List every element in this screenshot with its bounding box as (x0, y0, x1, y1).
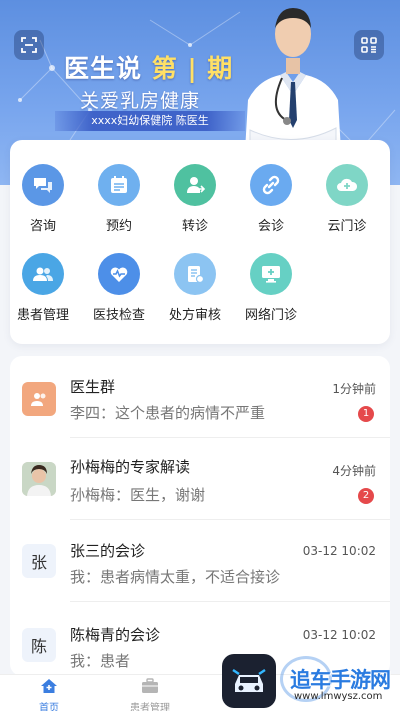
message-time: 03-12 10:02 (302, 544, 376, 558)
feature-online-clinic[interactable]: 网络门诊 (233, 253, 309, 323)
feature-label: 转诊 (181, 219, 208, 234)
prescription-icon (174, 253, 216, 295)
tab-label: 首页 (39, 703, 59, 711)
monitor-plus-icon (250, 253, 292, 295)
menu-grid-button[interactable] (354, 30, 384, 60)
banner-issue: 第 | 期 (151, 54, 234, 83)
group-icon (22, 382, 56, 416)
banner-subtitle: 关爱乳房健康 (80, 90, 201, 112)
banner-title-main: 医生说 (64, 54, 143, 83)
grid-menu-icon (361, 37, 377, 53)
briefcase-icon (142, 678, 158, 693)
scan-icon (21, 37, 37, 53)
cloud-plus-icon (326, 164, 368, 206)
heart-pulse-icon (98, 253, 140, 295)
feature-referral[interactable]: 转诊 (157, 164, 233, 234)
avatar: 陈 (22, 628, 56, 662)
message-title: 孙梅梅的专家解读 (70, 458, 191, 476)
banner-title: 医生说 第 | 期 (64, 49, 233, 85)
tab-label: 患者管理 (130, 703, 170, 711)
message-title: 陈梅青的会诊 (70, 626, 161, 644)
feature-prescription-review[interactable]: 处方审核 (157, 253, 233, 323)
feature-label: 患者管理 (16, 308, 69, 323)
link-icon (250, 164, 292, 206)
message-time: 4分钟前 (332, 464, 376, 478)
unread-badge: 1 (358, 406, 374, 422)
message-preview: 李四：这个患者的病情不严重 (70, 404, 266, 422)
car-icon (232, 668, 266, 692)
calendar-icon (98, 164, 140, 206)
tab-patient-management[interactable]: 患者管理 (110, 678, 190, 711)
message-list: 医生群 李四：这个患者的病情不严重 1分钟前 1 孙梅梅的专家解读 孙梅梅：医生… (10, 356, 390, 676)
feature-patient-management[interactable]: 患者管理 (5, 253, 81, 323)
message-item[interactable]: 张 张三的会诊 我：患者病情太重，不适合接诊 03-12 10:02 (10, 520, 390, 602)
avatar (22, 462, 56, 496)
user-transfer-icon (174, 164, 216, 206)
message-preview: 孙梅梅：医生，谢谢 (70, 486, 206, 504)
feature-label: 医技检查 (92, 308, 145, 323)
feature-consult[interactable]: 咨询 (5, 164, 81, 234)
message-title: 医生群 (70, 378, 116, 396)
message-preview: 我：患者 (70, 652, 131, 670)
feature-label: 处方审核 (168, 308, 221, 323)
message-time: 03-12 10:02 (302, 628, 376, 642)
message-item[interactable]: 孙梅梅的专家解读 孙梅梅：医生，谢谢 4分钟前 2 (10, 438, 390, 520)
feature-label: 会诊 (257, 219, 284, 234)
feature-label: 预约 (105, 219, 132, 234)
feature-appointment[interactable]: 预约 (81, 164, 157, 234)
message-preview: 我：患者病情太重，不适合接诊 (70, 568, 281, 586)
tab-home[interactable]: 首页 (9, 678, 89, 711)
feature-label: 云门诊 (327, 219, 367, 234)
feature-grid: 咨询 预约 转诊 会诊 云门诊 患者管理 医技检查 处方审核 网络门诊 (10, 140, 390, 344)
message-time: 1分钟前 (332, 382, 376, 396)
message-title: 张三的会诊 (70, 542, 146, 560)
banner-tag: xxxx妇幼保健院 陈医生 (55, 111, 245, 131)
feature-label: 网络门诊 (244, 308, 297, 323)
feature-consultation[interactable]: 会诊 (233, 164, 309, 234)
watermark-url: www.lmwysz.com (294, 691, 383, 702)
message-item[interactable]: 医生群 李四：这个患者的病情不严重 1分钟前 1 (10, 356, 390, 438)
home-icon (41, 679, 57, 693)
watermark-logo (222, 654, 276, 708)
avatar: 张 (22, 544, 56, 578)
scan-button[interactable] (14, 30, 44, 60)
feature-cloud-clinic[interactable]: 云门诊 (309, 164, 385, 234)
watermark-text: 追车手游网 (290, 668, 391, 692)
feature-medical-exam[interactable]: 医技检查 (81, 253, 157, 323)
feature-label: 咨询 (29, 219, 56, 234)
unread-badge: 2 (358, 488, 374, 504)
users-icon (22, 253, 64, 295)
chat-bubbles-icon (22, 164, 64, 206)
